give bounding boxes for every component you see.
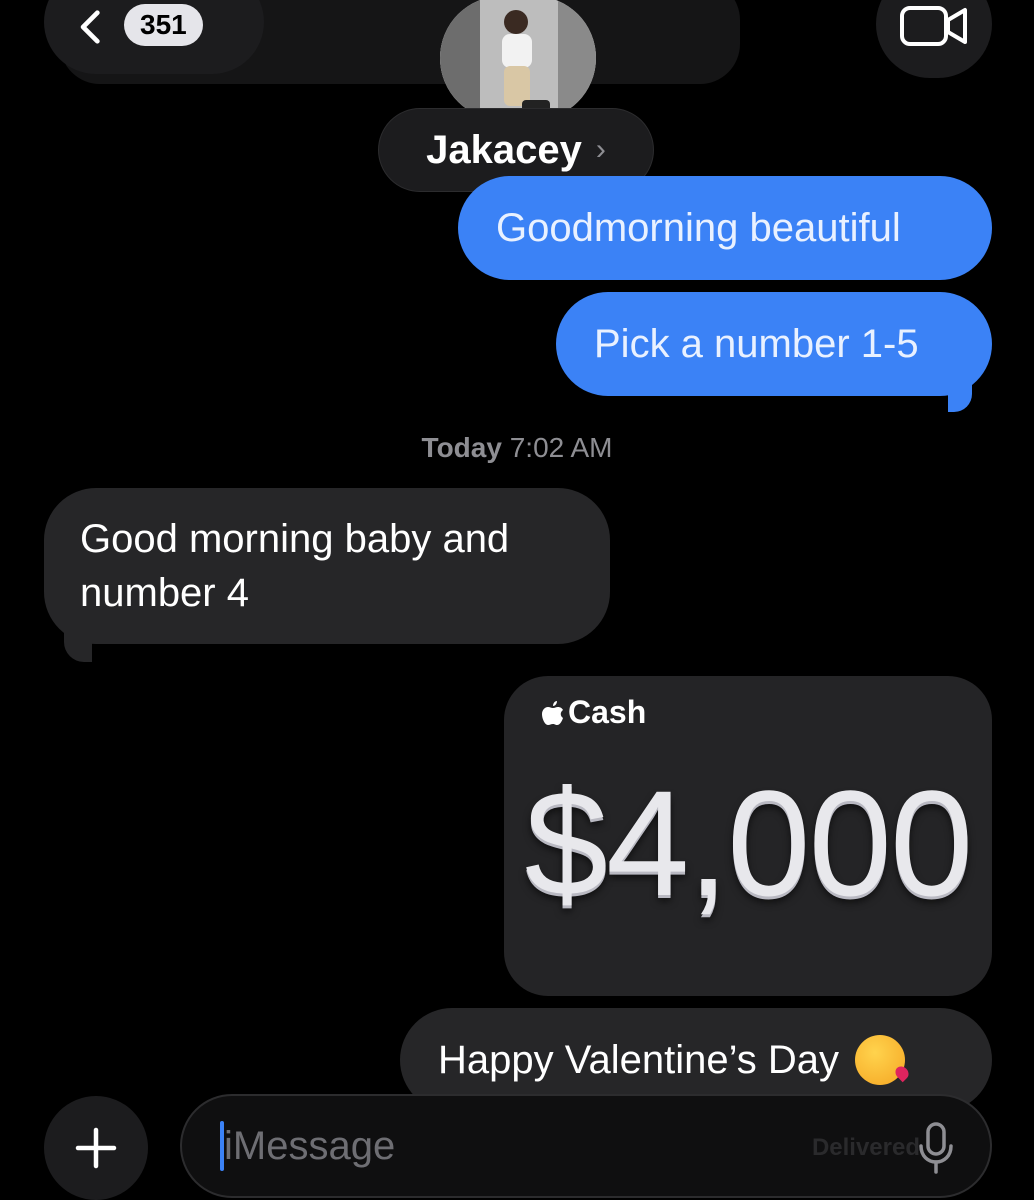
delivered-status: Delivered	[811, 1134, 920, 1161]
bubble-tail	[948, 376, 972, 412]
messages-screen: 351 Jakacey › Goodmorning beautiful Pick…	[0, 0, 1034, 1200]
cash-label: Cash	[568, 694, 647, 730]
back-button[interactable]: 351	[44, 0, 264, 74]
bubble-tail	[64, 624, 92, 662]
video-camera-icon	[900, 6, 967, 46]
message-bubble-sent[interactable]: Pick a number 1-5	[556, 292, 992, 396]
facetime-video-button[interactable]	[876, 0, 992, 78]
imessage-input[interactable]: iMessage Delivered	[180, 1094, 992, 1198]
avatar-photo	[440, 0, 596, 120]
plus-icon	[75, 1127, 117, 1169]
apple-cash-payment-card[interactable]: Cash $4,000	[504, 676, 992, 996]
unread-count-badge: 351	[124, 4, 203, 46]
message-timestamp: Today 7:02 AM	[0, 432, 1034, 464]
message-text: Happy Valentine’s Day	[438, 1038, 839, 1082]
cash-amount: $4,000	[524, 759, 974, 927]
apple-cash-brand: Cash	[542, 694, 646, 731]
kissing-face-emoji-icon	[854, 1035, 905, 1085]
contact-name: Jakacey	[426, 127, 582, 172]
message-text: Good morning baby and number 4	[80, 517, 510, 615]
add-attachment-button[interactable]	[44, 1096, 148, 1200]
timestamp-time: 7:02 AM	[509, 432, 613, 463]
input-placeholder: iMessage	[224, 1123, 396, 1168]
chevron-left-icon	[80, 10, 100, 44]
timestamp-day: Today	[421, 432, 502, 463]
message-bubble-sent[interactable]: Goodmorning beautiful	[458, 176, 992, 280]
apple-logo-icon	[542, 700, 563, 725]
message-text: Pick a number 1-5	[594, 322, 919, 366]
chevron-right-icon: ›	[595, 133, 606, 166]
message-bubble-received[interactable]: Good morning baby and number 4	[44, 488, 610, 644]
message-text: Goodmorning beautiful	[496, 206, 901, 250]
microphone-icon[interactable]	[916, 1122, 956, 1174]
contact-avatar[interactable]	[440, 0, 596, 120]
